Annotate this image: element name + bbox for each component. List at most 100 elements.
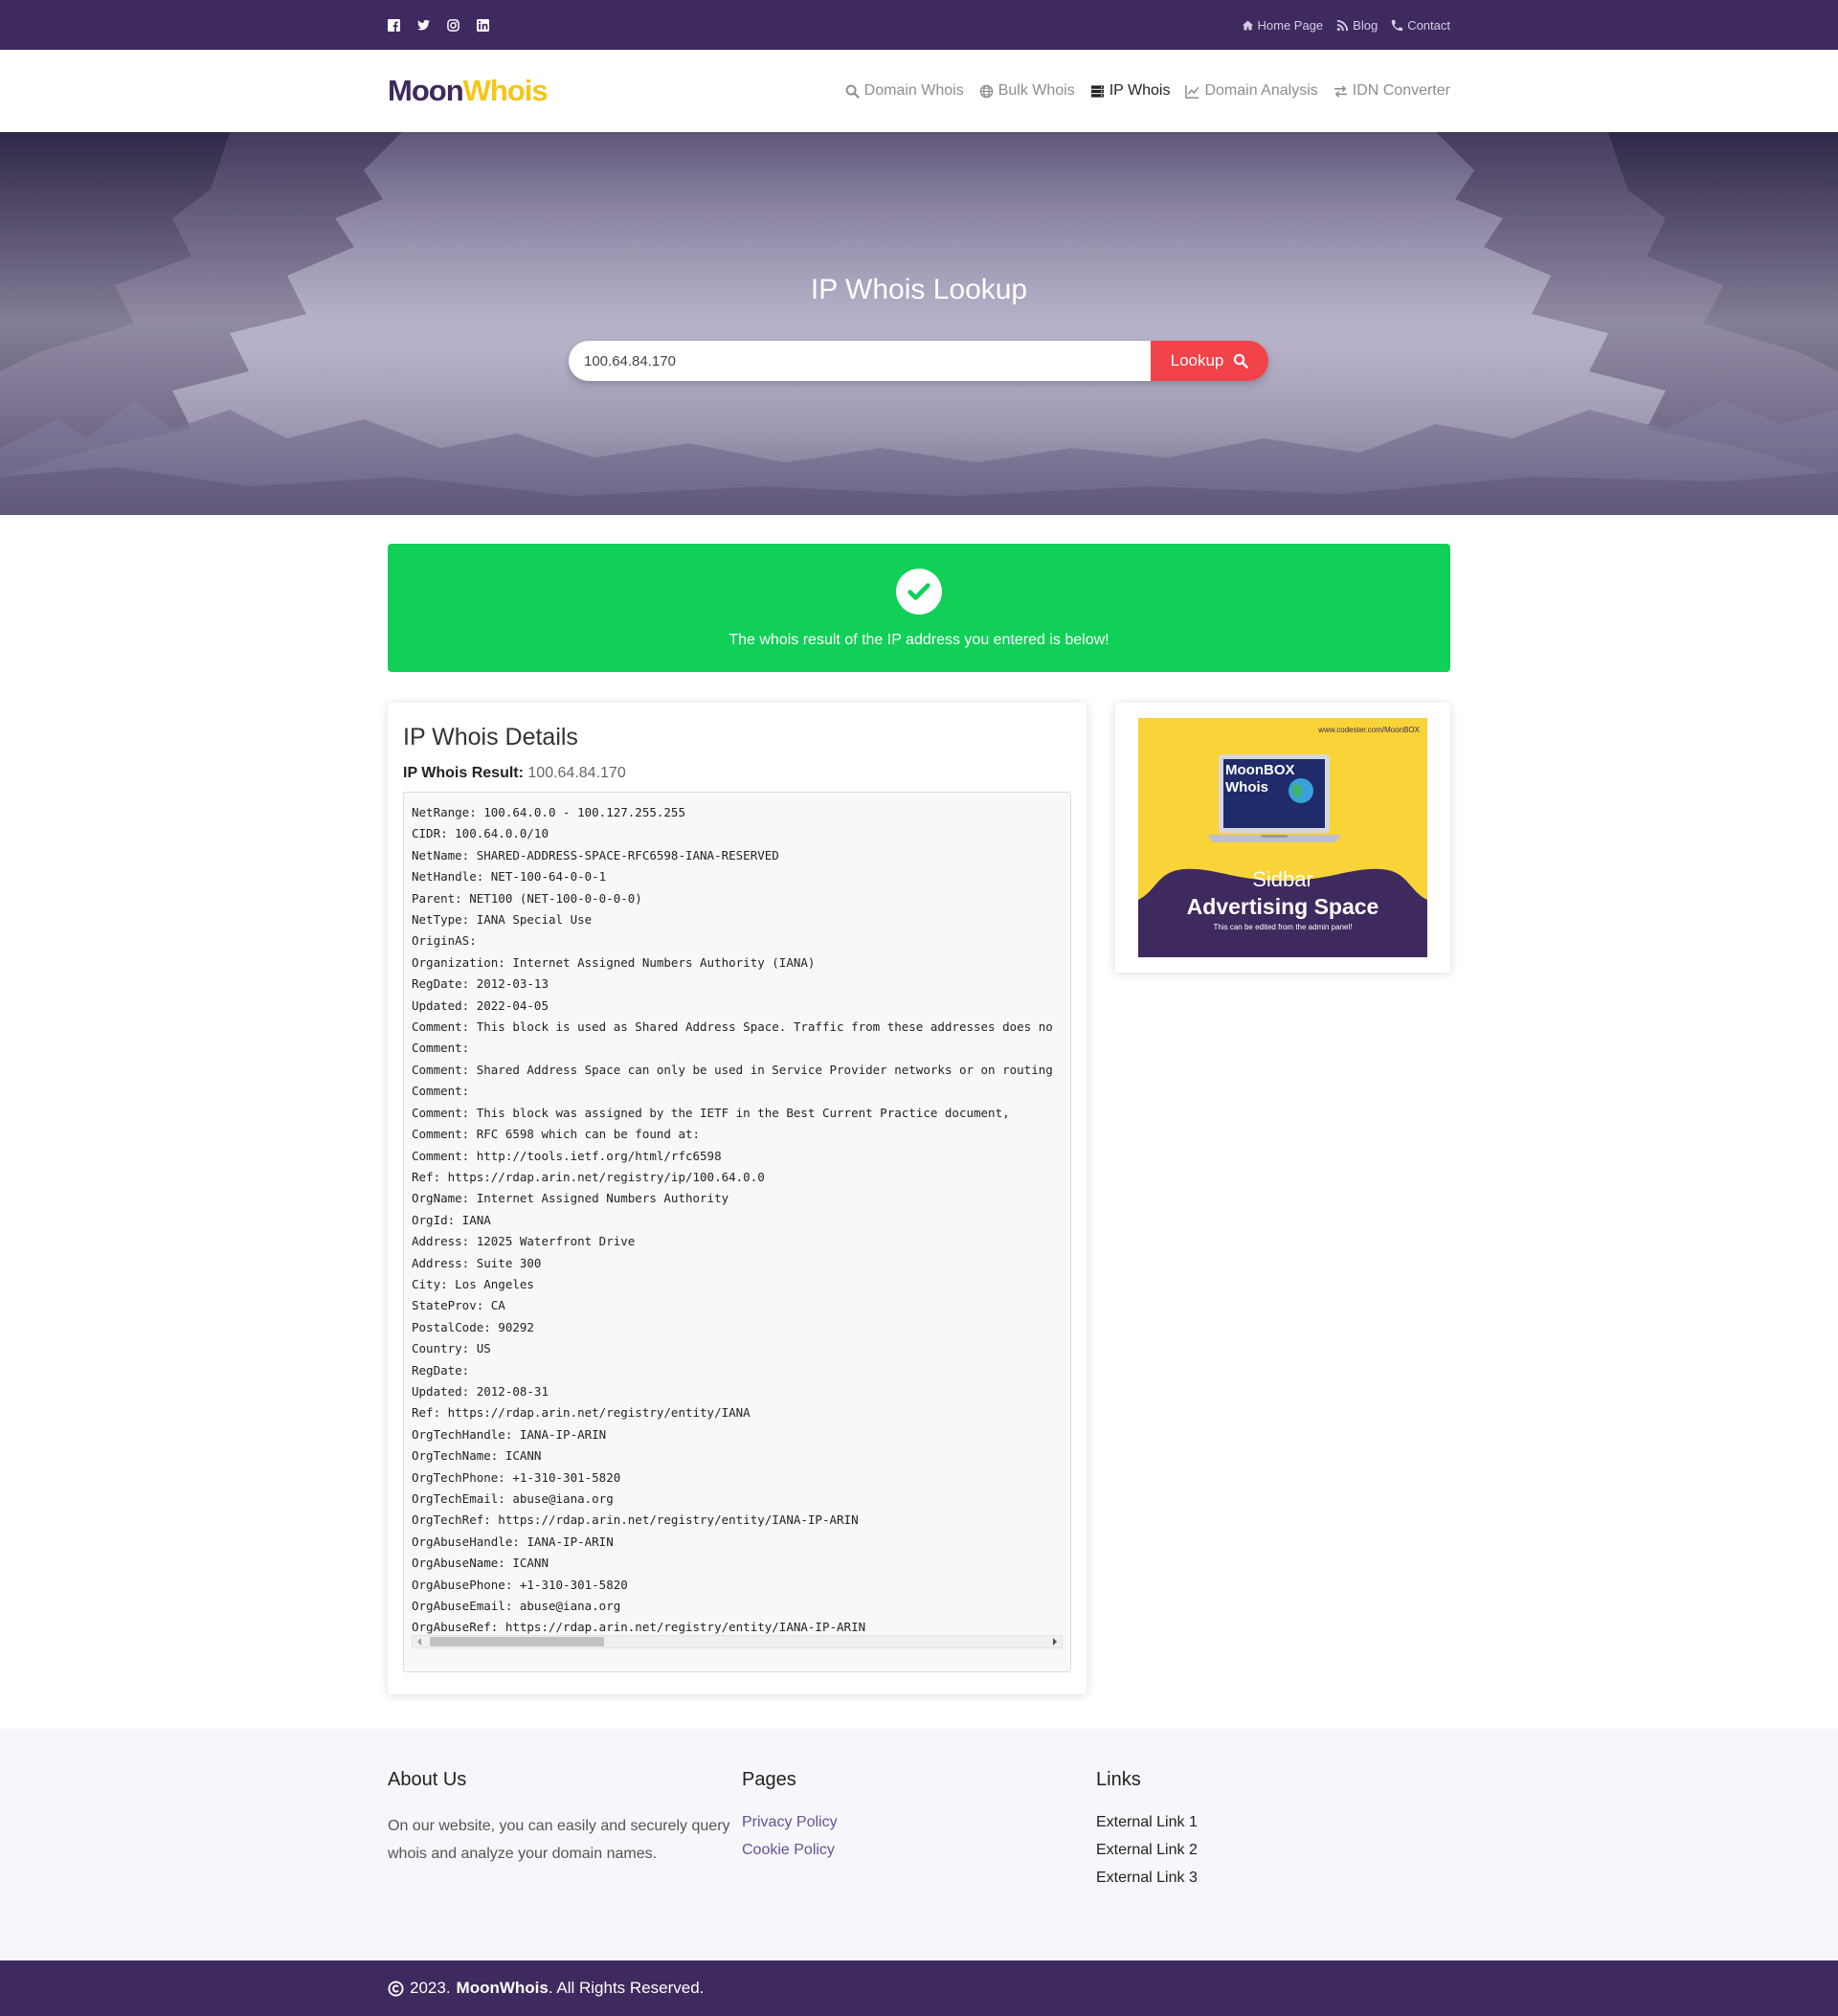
- rss-icon: [1336, 19, 1349, 31]
- sidebar-advertisement[interactable]: www.codester.com/MoonBOX MoonBOX Whois S…: [1138, 718, 1427, 957]
- sidebar-ad-card: www.codester.com/MoonBOX MoonBOX Whois S…: [1115, 703, 1450, 973]
- nav-ip-whois[interactable]: IP Whois: [1090, 82, 1171, 100]
- result-value: 100.64.84.170: [527, 765, 626, 781]
- check-circle-icon: [896, 569, 942, 615]
- whois-output[interactable]: NetRange: 100.64.0.0 - 100.127.255.255 CI…: [403, 792, 1071, 1672]
- ad-url: www.codester.com/MoonBOX: [1318, 726, 1420, 734]
- nav-domain-whois-label: Domain Whois: [863, 82, 964, 99]
- success-alert: The whois result of the IP address you e…: [388, 544, 1450, 672]
- footer-links-title: Links: [1096, 1769, 1141, 1790]
- home-icon: [1242, 20, 1253, 30]
- whois-line: NetName: SHARED-ADDRESS-SPACE-RFC6598-IA…: [412, 847, 779, 862]
- whois-line: Ref: https://rdap.arin.net/registry/enti…: [412, 1405, 751, 1421]
- home-page-link[interactable]: Home Page: [1242, 17, 1324, 33]
- whois-line: Comment: Shared Address Space can only b…: [412, 1062, 1053, 1077]
- whois-line: Comment:: [412, 1084, 470, 1099]
- whois-line: Organization: Internet Assigned Numbers …: [412, 954, 816, 970]
- whois-line: Address: Suite 300: [412, 1255, 542, 1270]
- instagram-icon[interactable]: [447, 18, 460, 32]
- ip-search-form: Lookup: [569, 341, 1268, 381]
- scrollbar-thumb[interactable]: [430, 1637, 604, 1646]
- ip-search-input[interactable]: [569, 341, 1151, 381]
- logo-whois: Whois: [462, 74, 549, 107]
- whois-line: OrgTechHandle: IANA-IP-ARIN: [412, 1426, 607, 1442]
- copyright-suffix: . All Rights Reserved.: [548, 1979, 705, 1997]
- nav-idn-converter-label: IDN Converter: [1352, 82, 1450, 99]
- ad-subtitle: Sidbar: [1252, 867, 1313, 891]
- whois-line: Updated: 2012-08-31: [412, 1383, 549, 1399]
- whois-line: Comment: This block was assigned by the …: [412, 1105, 1010, 1120]
- exchange-icon: [1334, 84, 1347, 98]
- social-links: [388, 18, 489, 32]
- whois-line: Address: 12025 Waterfront Drive: [412, 1234, 636, 1249]
- blog-label: Blog: [1353, 17, 1378, 33]
- scroll-left-icon[interactable]: [413, 1635, 426, 1648]
- whois-line: OrgTechEmail: abuse@iana.org: [412, 1491, 614, 1506]
- search-icon: [845, 84, 860, 99]
- external-link-2[interactable]: External Link 2: [1096, 1836, 1450, 1864]
- copyright-year: 2023.: [410, 1979, 451, 1997]
- external-link-3[interactable]: External Link 3: [1096, 1864, 1450, 1892]
- copyright-bar: 2023. MoonWhois. All Rights Reserved.: [0, 1960, 1838, 2016]
- server-icon: [1090, 84, 1104, 98]
- horizontal-scrollbar[interactable]: [412, 1635, 1063, 1648]
- footer-about: About Us On our website, you can easily …: [388, 1769, 742, 1892]
- hero-banner: IP Whois Lookup Lookup: [0, 132, 1838, 515]
- forest-background: [0, 132, 1838, 515]
- whois-line: OrgAbuseHandle: IANA-IP-ARIN: [412, 1534, 614, 1549]
- nav-bulk-whois[interactable]: Bulk Whois: [979, 82, 1075, 100]
- nav-idn-converter[interactable]: IDN Converter: [1334, 82, 1450, 100]
- external-link-1[interactable]: External Link 1: [1096, 1808, 1450, 1836]
- whois-line: Updated: 2022-04-05: [412, 997, 549, 1013]
- whois-line: OriginAS:: [412, 933, 477, 949]
- site-footer: About Us On our website, you can easily …: [0, 1729, 1838, 1960]
- blog-link[interactable]: Blog: [1336, 18, 1378, 33]
- nav-domain-analysis[interactable]: Domain Analysis: [1185, 82, 1318, 100]
- whois-line: Country: US: [412, 1341, 491, 1356]
- nav-domain-whois[interactable]: Domain Whois: [845, 82, 964, 100]
- whois-line: OrgName: Internet Assigned Numbers Autho…: [412, 1191, 729, 1206]
- whois-line: OrgTechName: ICANN: [412, 1448, 542, 1464]
- contact-link[interactable]: Contact: [1391, 18, 1450, 33]
- whois-lines: NetRange: 100.64.0.0 - 100.127.255.255 CI…: [404, 793, 1070, 1639]
- scrollbar-track[interactable]: [426, 1636, 1048, 1647]
- logo-moon: Moon: [388, 74, 464, 107]
- whois-line: City: Los Angeles: [412, 1276, 534, 1291]
- whois-line: Comment: This block is used as Shared Ad…: [412, 1019, 1053, 1035]
- whois-line: PostalCode: 90292: [412, 1319, 534, 1334]
- lookup-button[interactable]: Lookup: [1151, 341, 1268, 381]
- phone-icon: [1391, 19, 1403, 31]
- twitter-icon[interactable]: [417, 19, 430, 32]
- site-logo[interactable]: MoonWhois: [388, 74, 549, 108]
- privacy-policy-link[interactable]: Privacy Policy: [742, 1808, 1096, 1836]
- whois-line: NetHandle: NET-100-64-0-0-1: [412, 869, 607, 885]
- copyright-brand: MoonWhois: [456, 1979, 549, 1997]
- ad-brand-line1: MoonBOX: [1225, 762, 1295, 778]
- details-title: IP Whois Details: [403, 724, 578, 750]
- whois-line: NetType: IANA Special Use: [412, 912, 593, 928]
- whois-line: OrgTechRef: https://rdap.arin.net/regist…: [412, 1512, 859, 1528]
- linkedin-icon[interactable]: [477, 18, 489, 32]
- whois-line: Ref: https://rdap.arin.net/registry/ip/1…: [412, 1169, 765, 1184]
- footer-pages: Pages Privacy Policy Cookie Policy: [742, 1769, 1096, 1892]
- nav-bulk-whois-label: Bulk Whois: [997, 82, 1075, 99]
- line-chart-icon: [1185, 84, 1199, 99]
- contact-label: Contact: [1407, 17, 1450, 33]
- ad-brand-line2: Whois: [1225, 779, 1268, 795]
- top-links: Home Page Blog Contact: [1242, 17, 1450, 33]
- footer-links: Links External Link 1 External Link 2 Ex…: [1096, 1769, 1450, 1892]
- scroll-right-icon[interactable]: [1048, 1635, 1062, 1648]
- whois-line: RegDate: 2012-03-13: [412, 976, 549, 992]
- whois-line: Comment:: [412, 1041, 470, 1056]
- whois-line: OrgTechPhone: +1-310-301-5820: [412, 1469, 621, 1485]
- result-line: IP Whois Result: 100.64.84.170: [403, 765, 1071, 782]
- nav-ip-whois-label: IP Whois: [1109, 82, 1171, 99]
- home-page-label: Home Page: [1257, 17, 1324, 33]
- facebook-icon[interactable]: [388, 18, 400, 32]
- whois-line: OrgAbuseName: ICANN: [412, 1556, 549, 1571]
- footer-about-text: On our website, you can easily and secur…: [388, 1818, 730, 1862]
- main-content: The whois result of the IP address you e…: [0, 515, 1838, 1694]
- whois-line: NetRange: 100.64.0.0 - 100.127.255.255: [412, 805, 685, 819]
- cookie-policy-link[interactable]: Cookie Policy: [742, 1836, 1096, 1864]
- copyright-icon: [388, 1980, 404, 1997]
